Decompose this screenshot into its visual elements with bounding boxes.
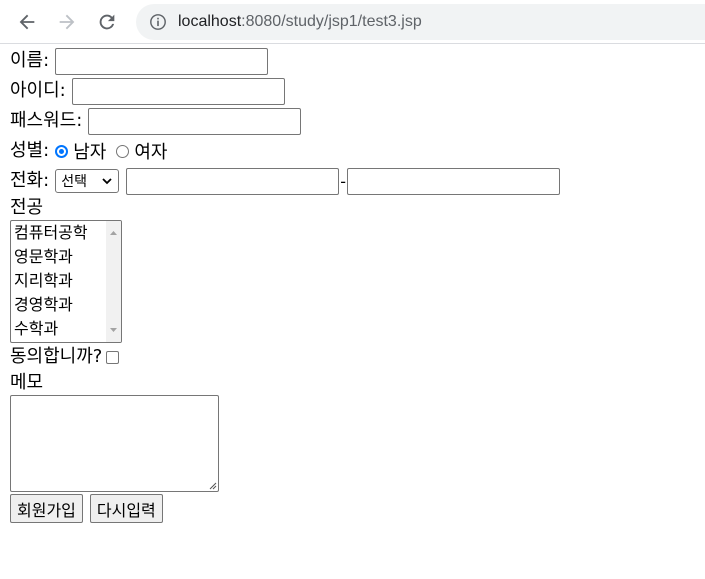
- major-option[interactable]: 컴퓨터공학: [11, 221, 121, 245]
- forward-arrow-icon[interactable]: [56, 11, 78, 33]
- major-option[interactable]: 영문학과: [11, 245, 121, 269]
- password-label: 패스워드:: [10, 110, 83, 131]
- url-path: :8080/study/jsp1/test3.jsp: [241, 13, 422, 30]
- password-row: 패스워드:: [10, 106, 705, 136]
- chevron-down-icon: [102, 178, 112, 185]
- scroll-down-icon: [110, 328, 117, 332]
- memo-label-row: 메모: [10, 371, 705, 395]
- major-option[interactable]: 지리학과: [11, 269, 121, 293]
- phone-prefix-select[interactable]: 선택: [55, 169, 120, 193]
- major-option[interactable]: 경영학과: [11, 293, 121, 317]
- phone-part1-input[interactable]: [126, 167, 340, 195]
- submit-button[interactable]: 회원가입: [10, 494, 83, 523]
- form-buttons: 회원가입 다시입력: [10, 494, 705, 523]
- id-label: 아이디:: [10, 80, 66, 101]
- gender-radio-male[interactable]: [55, 144, 69, 158]
- gender-radio-female[interactable]: [116, 144, 130, 158]
- listbox-scrollbar[interactable]: [106, 221, 121, 342]
- scroll-up-icon: [110, 231, 117, 235]
- agree-checkbox[interactable]: [106, 350, 120, 364]
- password-input[interactable]: [88, 107, 302, 135]
- phone-part2-input[interactable]: [346, 167, 560, 195]
- gender-row: 성별: 남자 여자: [10, 136, 705, 166]
- phone-separator: -: [340, 171, 346, 191]
- gender-option-male: 남자: [73, 142, 107, 163]
- info-icon[interactable]: [149, 13, 167, 31]
- gender-option-female: 여자: [134, 142, 168, 163]
- phone-row: 전화: 선택 -: [10, 166, 705, 196]
- phone-label: 전화:: [10, 170, 50, 191]
- major-listbox[interactable]: 컴퓨터공학 영문학과 지리학과 경영학과 수학과: [10, 220, 122, 343]
- reset-button[interactable]: 다시입력: [89, 494, 163, 523]
- major-label: 전공: [10, 197, 44, 218]
- agree-label: 동의합니까?: [10, 346, 103, 367]
- reload-icon[interactable]: [96, 11, 118, 33]
- memo-label: 메모: [10, 372, 44, 393]
- back-arrow-icon[interactable]: [16, 11, 38, 33]
- id-input[interactable]: [71, 77, 285, 105]
- name-label: 이름:: [10, 50, 50, 71]
- agree-row: 동의합니까?: [10, 343, 705, 371]
- browser-toolbar: localhost:8080/study/jsp1/test3.jsp: [0, 0, 705, 44]
- url-text[interactable]: localhost:8080/study/jsp1/test3.jsp: [178, 12, 422, 32]
- major-label-row: 전공: [10, 196, 705, 220]
- name-row: 이름:: [10, 46, 705, 76]
- url-host: localhost: [178, 13, 242, 30]
- signup-form: 이름: 아이디: 패스워드: 성별: 남자 여자 전화: 선택 - 전공 컴퓨터…: [10, 46, 705, 579]
- name-input[interactable]: [55, 47, 269, 75]
- gender-label: 성별:: [10, 140, 50, 161]
- id-row: 아이디:: [10, 76, 705, 106]
- address-bar[interactable]: localhost:8080/study/jsp1/test3.jsp: [136, 4, 705, 40]
- major-option[interactable]: 수학과: [11, 317, 121, 341]
- resize-grip-icon: [209, 482, 217, 490]
- phone-prefix-value: 선택: [61, 174, 87, 190]
- memo-textarea[interactable]: [10, 395, 219, 492]
